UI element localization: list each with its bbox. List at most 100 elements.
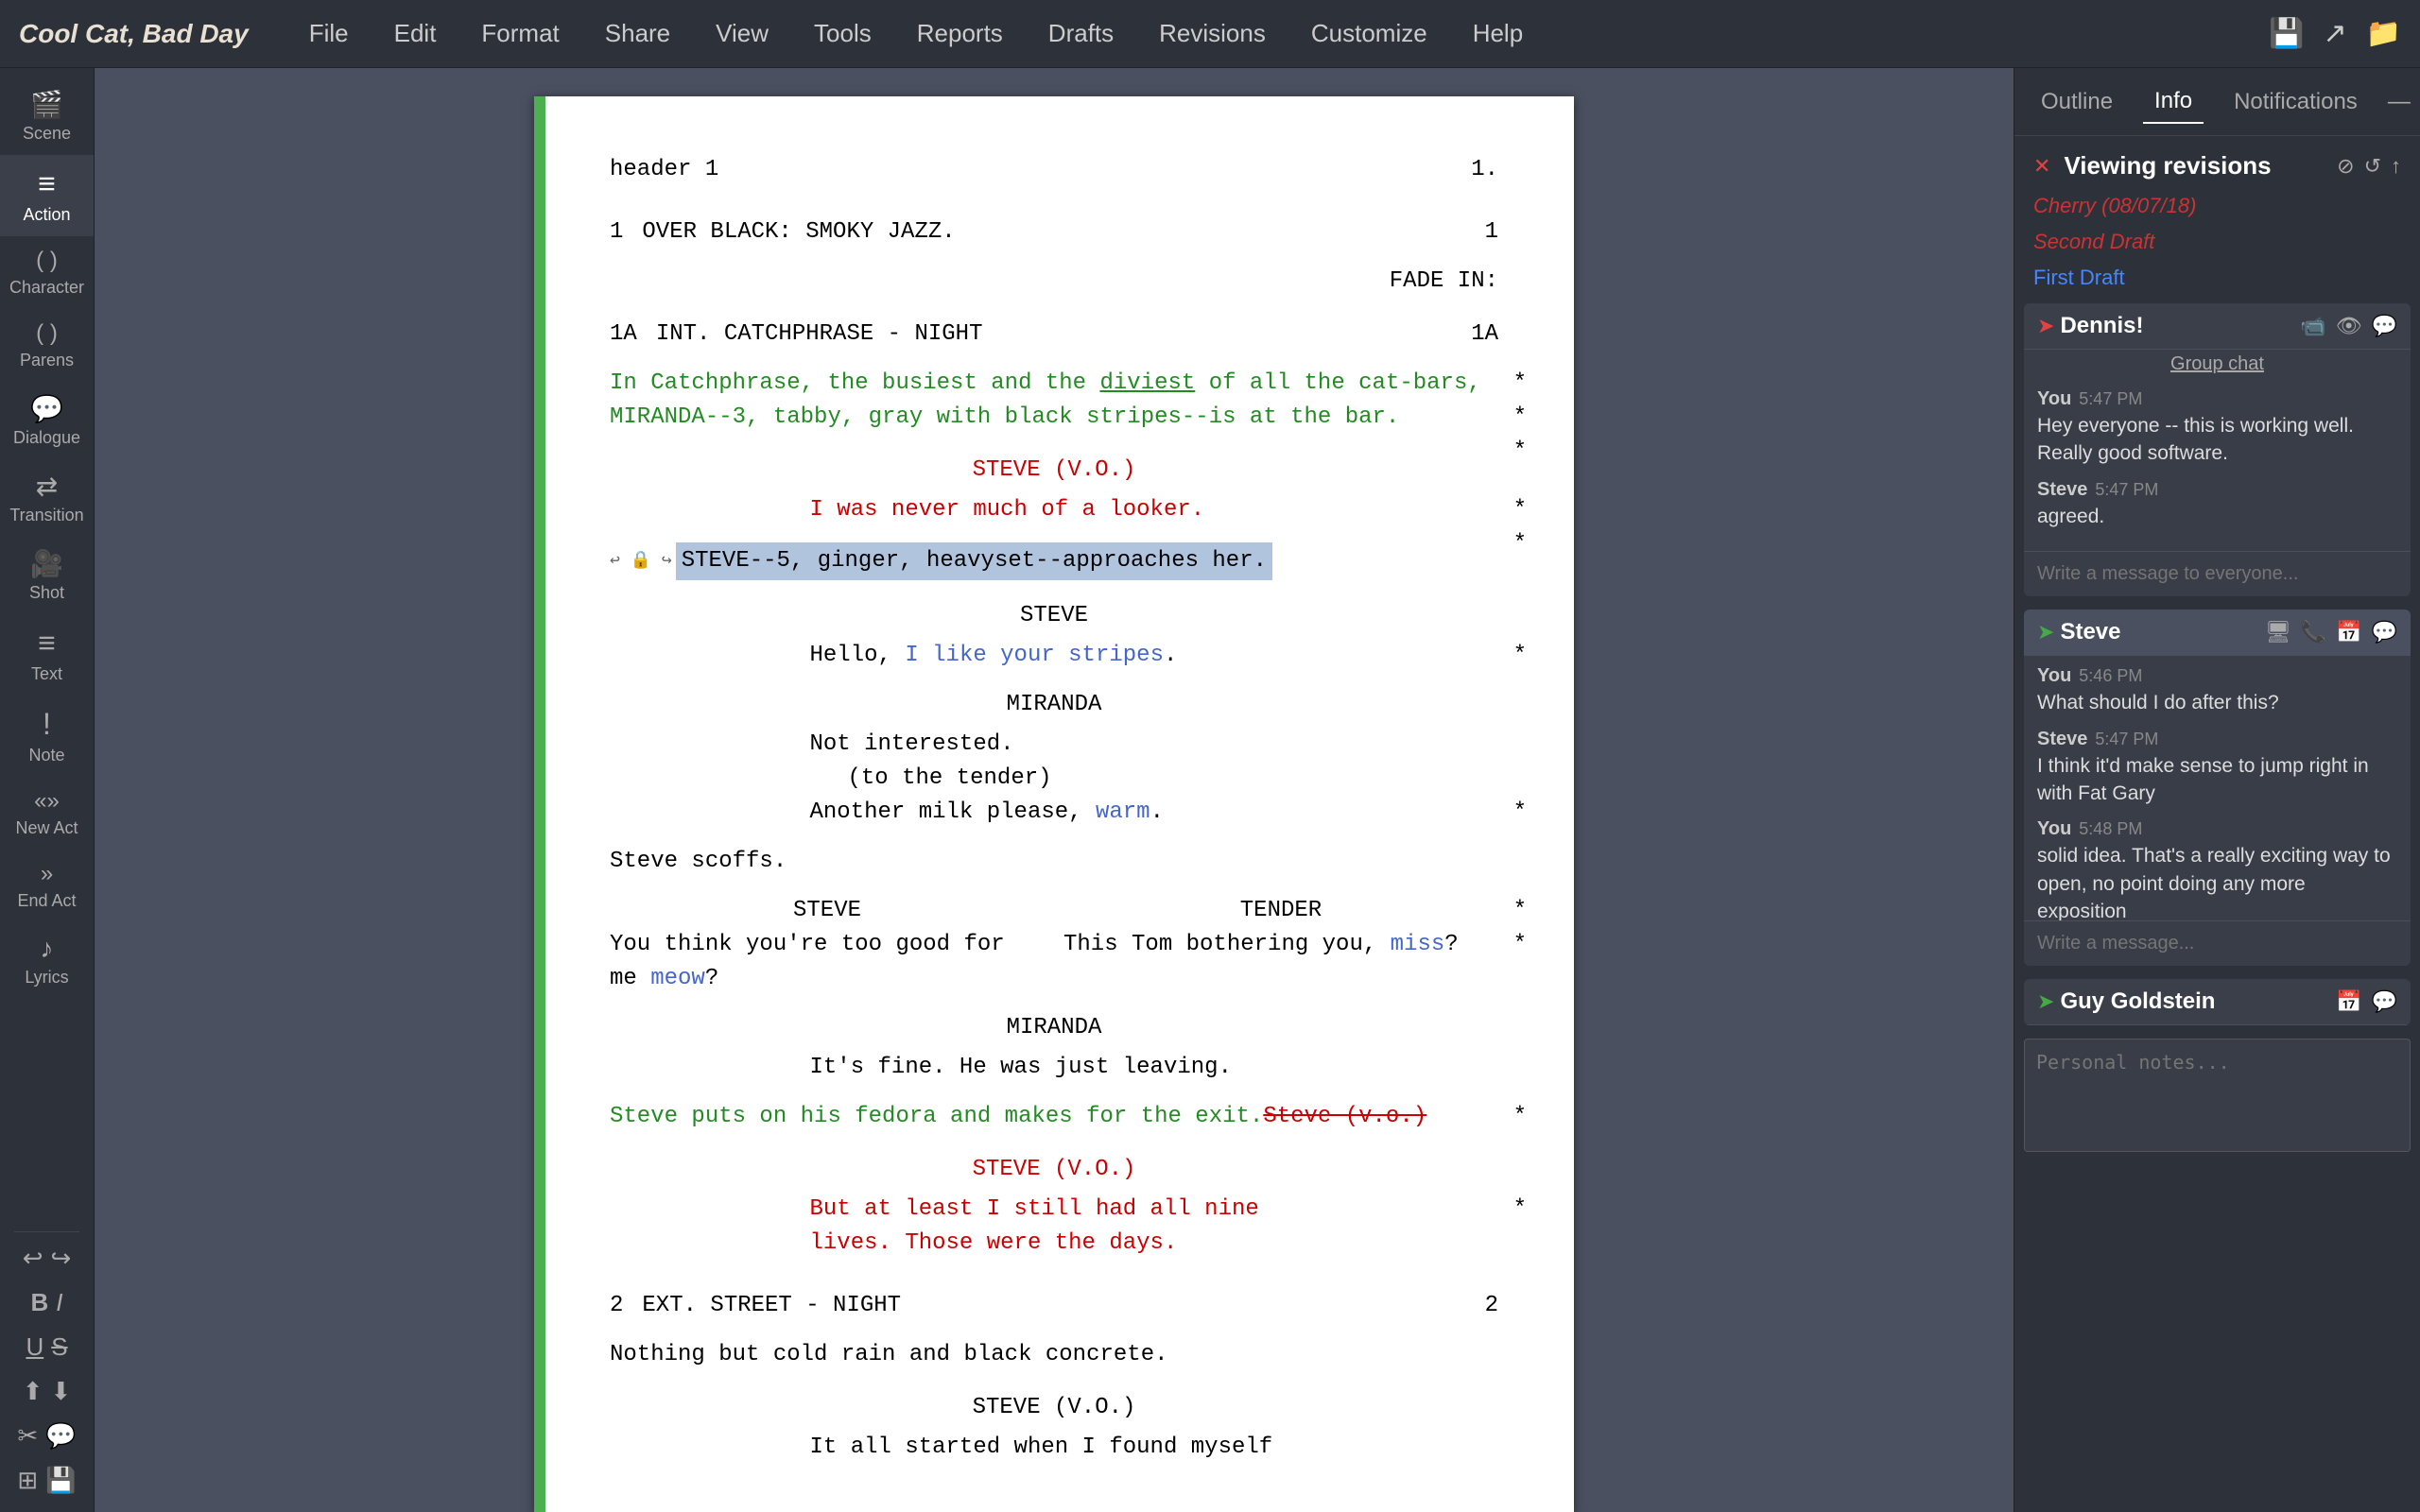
menu-items: File Edit Format Share View Tools Report… bbox=[286, 0, 1546, 68]
save-cloud-icon[interactable]: 💾 bbox=[2269, 17, 2304, 50]
revisions-title: Viewing revisions bbox=[2064, 151, 2271, 180]
folder-icon[interactable]: 📁 bbox=[2366, 17, 2401, 50]
revision-icon-2[interactable]: ↺ bbox=[2364, 154, 2381, 179]
scene-2-number-left: 2 bbox=[610, 1289, 623, 1323]
tab-info[interactable]: Info bbox=[2143, 80, 2204, 124]
dennis-input-area bbox=[2024, 551, 2411, 596]
asterisk-4: * bbox=[1513, 493, 1527, 527]
menu-share[interactable]: Share bbox=[582, 0, 693, 68]
toolbar-new-act[interactable]: «» New Act bbox=[0, 777, 94, 850]
revision-bar bbox=[534, 96, 545, 1512]
bold-button[interactable]: B bbox=[30, 1288, 48, 1317]
chat-msg-you-2: You 5:46 PM What should I do after this? bbox=[2037, 665, 2397, 716]
lyrics-label: Lyrics bbox=[25, 968, 68, 988]
toolbar-scene[interactable]: 🎬 Scene bbox=[0, 77, 94, 155]
scene-2-text: EXT. STREET - NIGHT bbox=[642, 1289, 1465, 1323]
dennis-chat-messages: You 5:47 PM Hey everyone -- this is work… bbox=[2024, 379, 2411, 551]
blue-warm: warm bbox=[1096, 799, 1150, 825]
message-icon-steve[interactable]: 💬 bbox=[2372, 620, 2397, 644]
menu-view[interactable]: View bbox=[693, 0, 791, 68]
menu-file[interactable]: File bbox=[286, 0, 372, 68]
send-icon-guy: ➤ bbox=[2037, 989, 2054, 1014]
redo-button[interactable]: ↪ bbox=[51, 1244, 72, 1273]
grid-button[interactable]: ⊞ bbox=[17, 1466, 38, 1495]
download-button[interactable]: ⬇ bbox=[51, 1377, 72, 1406]
close-revisions-icon[interactable]: ✕ bbox=[2033, 154, 2050, 179]
menu-customize[interactable]: Customize bbox=[1288, 0, 1450, 68]
revision-icon-3[interactable]: ↑ bbox=[2391, 154, 2401, 179]
asterisk-3: * bbox=[1513, 435, 1527, 469]
menu-revisions[interactable]: Revisions bbox=[1136, 0, 1288, 68]
msg-text-you-1: Hey everyone -- this is working well. Re… bbox=[2037, 412, 2397, 468]
msg-time-steve-2: 5:47 PM bbox=[2095, 730, 2158, 749]
menu-help[interactable]: Help bbox=[1450, 0, 1546, 68]
collapse-panel-button[interactable]: — bbox=[2388, 89, 2411, 115]
left-toolbar: 🎬 Scene ≡ Action ( ) Character ( ) Paren… bbox=[0, 68, 95, 1512]
tab-notifications[interactable]: Notifications bbox=[2222, 81, 2369, 123]
message-icon-guy[interactable]: 💬 bbox=[2372, 989, 2397, 1014]
right-panel: Outline Info Notifications — ✕ Viewing r… bbox=[2014, 68, 2420, 1512]
message-icon-dennis[interactable]: 💬 bbox=[2372, 314, 2397, 338]
text-icon: ≡ bbox=[38, 626, 56, 661]
character-icon: ( ) bbox=[36, 248, 58, 274]
calendar-icon-steve[interactable]: 📅 bbox=[2336, 620, 2361, 644]
steve-chat-icons: 🖥 📞 📅 💬 bbox=[2265, 620, 2397, 644]
personal-notes-input[interactable] bbox=[2024, 1039, 2411, 1152]
revision-second-draft[interactable]: Second Draft bbox=[2014, 224, 2420, 260]
calendar-icon-guy[interactable]: 📅 bbox=[2336, 989, 2361, 1014]
toolbar-note[interactable]: ! Note bbox=[0, 696, 94, 777]
underline-button[interactable]: U bbox=[26, 1332, 43, 1362]
note-label: Note bbox=[28, 746, 64, 765]
menu-reports[interactable]: Reports bbox=[894, 0, 1026, 68]
share-icon[interactable]: ↗ bbox=[2324, 17, 2347, 50]
steve-message-input[interactable] bbox=[2037, 929, 2397, 958]
msg-author-steve-2: Steve bbox=[2037, 729, 2087, 750]
revision-icon-1[interactable]: ⊘ bbox=[2337, 154, 2354, 179]
revision-cherry[interactable]: Cherry (08/07/18) bbox=[2014, 188, 2420, 224]
toolbar-row-1: ↩ ↪ bbox=[15, 1236, 79, 1280]
eye-icon-dennis[interactable]: 👁 bbox=[2336, 314, 2362, 338]
toolbar-shot[interactable]: 🎥 Shot bbox=[0, 537, 94, 614]
upload-button[interactable]: ⬆ bbox=[23, 1377, 43, 1406]
chat-dennis-header: ➤ Dennis! 📹 👁 💬 bbox=[2024, 303, 2411, 350]
toolbar-parens[interactable]: ( ) Parens bbox=[0, 309, 94, 382]
editor-area[interactable]: header 1 1. 1 OVER BLACK: SMOKY JAZZ. 1 … bbox=[95, 68, 2014, 1512]
toolbar-action[interactable]: ≡ Action bbox=[0, 155, 94, 236]
group-chat-link[interactable]: Group chat bbox=[2024, 350, 2411, 379]
fedora-deleted-text: Steve (v.o.) bbox=[1263, 1104, 1426, 1129]
msg-text-you-2: What should I do after this? bbox=[2037, 689, 2397, 716]
chat-dennis: ➤ Dennis! 📹 👁 💬 Group chat You 5:47 PM bbox=[2024, 303, 2411, 596]
comment-button[interactable]: 💬 bbox=[45, 1421, 76, 1451]
scene-1a-heading: 1A INT. CATCHPHRASE - NIGHT 1A bbox=[610, 318, 1498, 352]
dennis-message-input[interactable] bbox=[2037, 559, 2397, 589]
msg-time-you-3: 5:48 PM bbox=[2079, 819, 2142, 839]
menu-format[interactable]: Format bbox=[458, 0, 581, 68]
asterisk-8: * bbox=[1513, 894, 1527, 928]
monitor-icon-steve[interactable]: 🖥 bbox=[2265, 620, 2291, 644]
fedora-added-text: Steve puts on his fedora and makes for t… bbox=[610, 1104, 1263, 1129]
tab-outline[interactable]: Outline bbox=[2030, 81, 2124, 123]
toolbar-lyrics[interactable]: ♪ Lyrics bbox=[0, 922, 94, 999]
cut-button[interactable]: ✂ bbox=[17, 1421, 38, 1451]
toolbar-transition[interactable]: ⇄ Transition bbox=[0, 459, 94, 537]
action-catchphrase: In Catchphrase, the busiest and the divi… bbox=[610, 367, 1498, 435]
menu-edit[interactable]: Edit bbox=[372, 0, 459, 68]
menu-drafts[interactable]: Drafts bbox=[1026, 0, 1136, 68]
undo-button[interactable]: ↩ bbox=[23, 1244, 43, 1273]
menu-tools[interactable]: Tools bbox=[791, 0, 894, 68]
toolbar-text[interactable]: ≡ Text bbox=[0, 614, 94, 696]
toolbar-end-act[interactable]: » End Act bbox=[0, 850, 94, 922]
file-save-button[interactable]: 💾 bbox=[45, 1466, 76, 1495]
end-act-icon: » bbox=[41, 861, 53, 887]
italic-button[interactable]: I bbox=[56, 1288, 62, 1317]
phone-icon-steve[interactable]: 📞 bbox=[2301, 620, 2326, 644]
toolbar-dialogue[interactable]: 💬 Dialogue bbox=[0, 382, 94, 459]
dual-dialogue: STEVE You think you're too good for me m… bbox=[610, 894, 1498, 996]
toolbar-character[interactable]: ( ) Character bbox=[0, 236, 94, 309]
strikethrough-button[interactable]: S bbox=[51, 1332, 67, 1362]
steve-hello-text: Hello, I like your stripes. bbox=[810, 639, 1299, 673]
dialogue-label: Dialogue bbox=[13, 428, 80, 448]
revision-first-draft[interactable]: First Draft bbox=[2014, 260, 2420, 296]
video-icon-dennis[interactable]: 📹 bbox=[2300, 314, 2325, 338]
scene-1-heading: 1 OVER BLACK: SMOKY JAZZ. 1 bbox=[610, 215, 1498, 249]
